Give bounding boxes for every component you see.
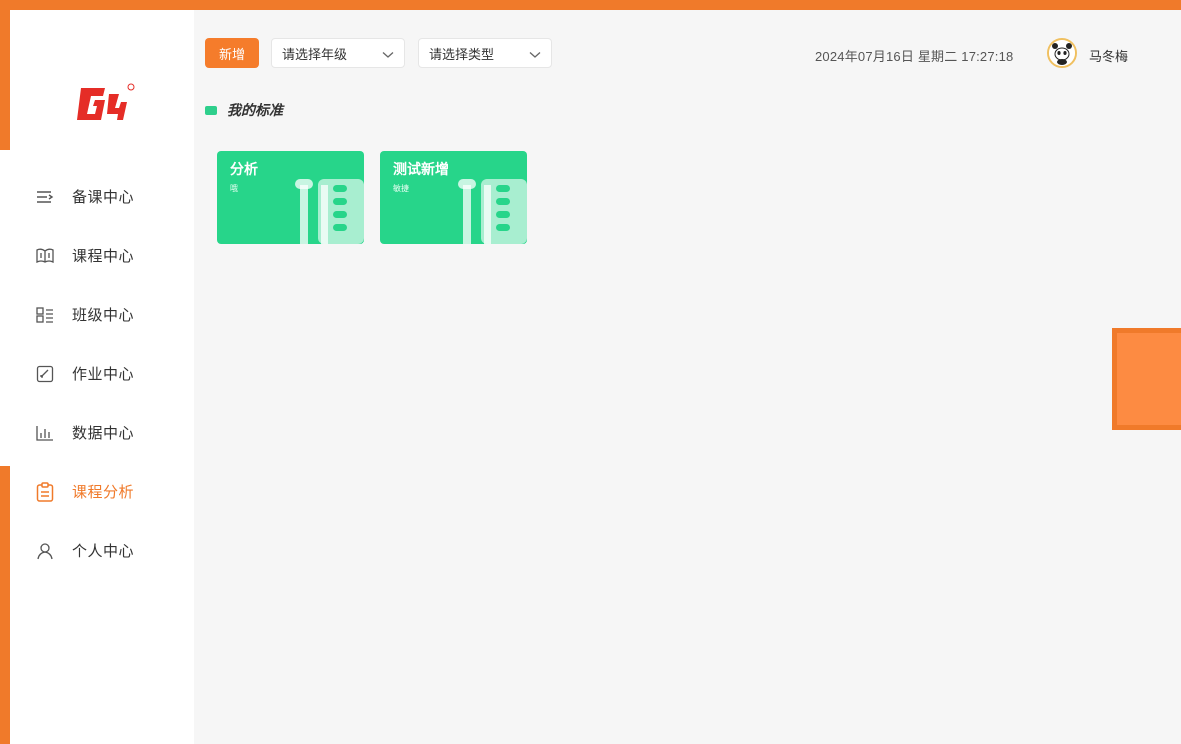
sidebar-item-label: 作业中心 [72, 365, 135, 383]
card-subtitle: 哦 [230, 184, 238, 193]
sidebar-item-label: 备课中心 [72, 188, 135, 206]
type-select[interactable]: 请选择类型 [418, 38, 552, 68]
card-subtitle: 敏捷 [393, 184, 409, 193]
sidebar-menu: 备课中心 课程中心 班级中心 作业中心 数据中心 课程分析 个人中心 [10, 167, 194, 580]
class-grid-icon [35, 305, 55, 325]
grade-select-placeholder: 请选择年级 [282, 47, 348, 63]
card-title: 分析 [230, 162, 258, 178]
section-marker-icon [205, 105, 217, 115]
floating-side-tab[interactable] [1112, 328, 1181, 430]
book-open-icon [35, 246, 55, 266]
grade-select[interactable]: 请选择年级 [271, 38, 405, 68]
section-title: 我的标准 [227, 103, 283, 119]
sidebar-item-data-center[interactable]: 数据中心 [10, 403, 194, 462]
sidebar-item-lesson-prep[interactable]: 备课中心 [10, 167, 194, 226]
sidebar-item-label: 课程分析 [72, 483, 135, 501]
floating-side-tab-body [1117, 333, 1181, 425]
current-datetime: 2024年07月16日 星期二 17:27:18 [815, 49, 1014, 64]
section-header: 我的标准 [205, 100, 283, 120]
standard-card[interactable]: 测试新增 敏捷 [380, 151, 527, 244]
username[interactable]: 马冬梅 [1089, 46, 1128, 65]
user-icon [35, 541, 55, 561]
sidebar-item-label: 班级中心 [72, 306, 135, 324]
chevron-down-icon [382, 44, 394, 63]
sidebar-item-course-analysis[interactable]: 课程分析 [10, 462, 194, 521]
app-logo [75, 80, 135, 130]
sidebar-item-label: 数据中心 [72, 424, 135, 442]
sidebar-item-class-center[interactable]: 班级中心 [10, 285, 194, 344]
standard-card[interactable]: 分析 哦 [217, 151, 364, 244]
sidebar: 备课中心 课程中心 班级中心 作业中心 数据中心 课程分析 个人中心 [10, 10, 194, 744]
frame-left-border [0, 0, 10, 150]
card-title: 测试新增 [393, 162, 449, 178]
sidebar-item-course-center[interactable]: 课程中心 [10, 226, 194, 285]
bar-chart-icon [35, 423, 55, 443]
type-select-placeholder: 请选择类型 [429, 47, 495, 63]
clipboard-icon [35, 481, 55, 502]
frame-top-border [0, 0, 1181, 10]
sidebar-item-label: 个人中心 [72, 542, 135, 560]
sidebar-item-homework-center[interactable]: 作业中心 [10, 344, 194, 403]
sidebar-item-personal-center[interactable]: 个人中心 [10, 521, 194, 580]
add-button[interactable]: 新增 [205, 38, 259, 68]
chevron-down-icon [529, 44, 541, 63]
edit-square-icon [35, 364, 55, 384]
list-indent-icon [35, 187, 55, 207]
top-toolbar: 新增 请选择年级 请选择类型 2024年07月16日 星期二 17:27:18 [194, 38, 1181, 70]
notebook-illustration-icon [458, 179, 527, 244]
main-content: 新增 请选择年级 请选择类型 2024年07月16日 星期二 17:27:18 [194, 10, 1181, 744]
sidebar-item-label: 课程中心 [72, 247, 135, 265]
notebook-illustration-icon [295, 179, 364, 244]
avatar[interactable] [1047, 38, 1077, 68]
